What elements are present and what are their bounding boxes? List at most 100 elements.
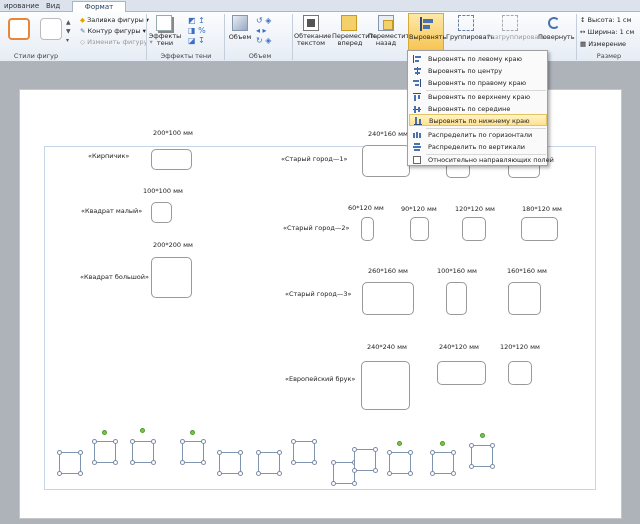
shadow-effects-icon[interactable] <box>156 15 172 31</box>
selected-shape[interactable] <box>333 462 355 484</box>
selected-shape[interactable] <box>389 452 411 474</box>
sg3-tile-3[interactable] <box>508 282 541 315</box>
volume-tilt-icons[interactable]: ↺ ◈ ◂ ▸ ↻ ◈ <box>256 16 286 46</box>
resize-handle[interactable] <box>256 471 261 476</box>
height-field[interactable]: ↕ Высота: 1 см <box>580 16 631 24</box>
tab-format[interactable]: Формат <box>72 1 126 12</box>
resize-handle[interactable] <box>469 464 474 469</box>
evro-tile-3[interactable] <box>508 361 532 385</box>
volume-icon[interactable] <box>232 15 248 31</box>
wrap-text-button[interactable]: Обтекание текстом <box>294 33 331 47</box>
selected-shape[interactable] <box>132 441 154 463</box>
rotate-handle[interactable] <box>440 441 445 446</box>
resize-handle[interactable] <box>312 460 317 465</box>
resize-handle[interactable] <box>130 460 135 465</box>
resize-handle[interactable] <box>57 450 62 455</box>
resize-handle[interactable] <box>352 481 357 486</box>
resize-handle[interactable] <box>201 460 206 465</box>
resize-handle[interactable] <box>331 481 336 486</box>
resize-handle[interactable] <box>408 471 413 476</box>
menu-item-align-top[interactable]: Выровнять по верхнему краю <box>409 91 547 103</box>
resize-handle[interactable] <box>238 471 243 476</box>
resize-handle[interactable] <box>451 471 456 476</box>
menu-item-distribute-horizontally[interactable]: Распределить по горизонтали <box>409 129 547 141</box>
wrap-text-icon[interactable] <box>303 15 319 31</box>
resize-handle[interactable] <box>217 450 222 455</box>
resize-handle[interactable] <box>78 450 83 455</box>
selected-shape[interactable] <box>471 445 493 467</box>
shape-style-swatch-orange[interactable] <box>8 18 30 40</box>
resize-handle[interactable] <box>256 450 261 455</box>
resize-handle[interactable] <box>408 450 413 455</box>
tab-view-left[interactable]: ирование <box>0 1 43 12</box>
sg2-tile-3[interactable] <box>462 217 486 241</box>
rotate-handle[interactable] <box>397 441 402 446</box>
change-shape-button[interactable]: ◇ Изменить фигуру ▾ <box>80 38 153 46</box>
shadow-nudge-icons[interactable]: ◩ ↥ ◨ % ◪ ↧ <box>188 16 214 46</box>
menu-item-align-center[interactable]: Выровнять по центру <box>409 65 547 77</box>
resize-handle[interactable] <box>130 439 135 444</box>
sg1-tile-1[interactable] <box>362 145 410 177</box>
tab-view[interactable]: Вид <box>42 1 64 12</box>
resize-handle[interactable] <box>277 471 282 476</box>
sg2-tile-4[interactable] <box>521 217 558 241</box>
width-value[interactable]: 1 см <box>620 28 635 36</box>
resize-handle[interactable] <box>430 450 435 455</box>
resize-handle[interactable] <box>373 447 378 452</box>
resize-handle[interactable] <box>92 460 97 465</box>
resize-handle[interactable] <box>180 439 185 444</box>
resize-handle[interactable] <box>113 460 118 465</box>
resize-handle[interactable] <box>430 471 435 476</box>
shape-style-swatch-plain[interactable] <box>40 18 62 40</box>
resize-handle[interactable] <box>113 439 118 444</box>
width-field[interactable]: ↔ Ширина: 1 см <box>580 28 634 36</box>
styles-scroll-icon[interactable]: ▲ ▼ ▾ <box>66 18 72 46</box>
resize-handle[interactable] <box>291 460 296 465</box>
evro-tile-1[interactable] <box>361 361 410 410</box>
bring-forward-icon[interactable] <box>341 15 357 31</box>
selected-shape[interactable] <box>258 452 280 474</box>
rotate-button[interactable]: Повернуть <box>538 34 575 41</box>
rotate-handle[interactable] <box>480 433 485 438</box>
align-button[interactable]: Выровнять <box>408 13 446 51</box>
ungroup-button[interactable]: Разгруппировать <box>487 34 546 41</box>
kv-bolshoy-tile[interactable] <box>151 257 192 298</box>
selected-shape[interactable] <box>219 452 241 474</box>
checkbox-icon[interactable] <box>413 156 421 164</box>
sg3-tile-2[interactable] <box>446 282 467 315</box>
resize-handle[interactable] <box>331 460 336 465</box>
resize-handle[interactable] <box>373 468 378 473</box>
menu-item-align-right[interactable]: Выровнять по правому краю <box>409 77 547 89</box>
resize-handle[interactable] <box>387 450 392 455</box>
resize-handle[interactable] <box>291 439 296 444</box>
kirpichik-tile[interactable] <box>151 149 192 170</box>
selected-shape[interactable] <box>182 441 204 463</box>
resize-handle[interactable] <box>201 439 206 444</box>
sg2-tile-1[interactable] <box>361 217 374 241</box>
resize-handle[interactable] <box>180 460 185 465</box>
menu-item-align-left[interactable]: Выровнять по левому краю <box>409 53 547 65</box>
ungroup-icon[interactable] <box>502 15 518 31</box>
selected-shape[interactable] <box>94 441 116 463</box>
resize-handle[interactable] <box>352 447 357 452</box>
volume-button[interactable]: Объем <box>226 34 254 41</box>
group-icon[interactable] <box>458 15 474 31</box>
menu-item-distribute-vertically[interactable]: Распределить по вертикали <box>409 141 547 153</box>
resize-handle[interactable] <box>312 439 317 444</box>
measure-button[interactable]: ▦ Измерение <box>580 40 626 48</box>
outline-button[interactable]: ✎ Контур фигуры ▾ <box>80 27 146 35</box>
resize-handle[interactable] <box>490 443 495 448</box>
kv-maly-tile[interactable] <box>151 202 172 223</box>
bring-forward-button[interactable]: Переместить вперед <box>332 33 377 47</box>
rotate-handle[interactable] <box>190 430 195 435</box>
sg3-tile-1[interactable] <box>362 282 414 315</box>
resize-handle[interactable] <box>151 460 156 465</box>
selected-shape[interactable] <box>59 452 81 474</box>
menu-item-align-bottom[interactable]: Выровнять по нижнему краю <box>409 114 547 126</box>
selected-shape[interactable] <box>293 441 315 463</box>
resize-handle[interactable] <box>92 439 97 444</box>
resize-handle[interactable] <box>78 471 83 476</box>
sg2-tile-2[interactable] <box>410 217 429 241</box>
height-value[interactable]: 1 см <box>617 16 632 24</box>
menu-item-relative-to-margins[interactable]: Относительно направляющих полей <box>409 154 554 166</box>
